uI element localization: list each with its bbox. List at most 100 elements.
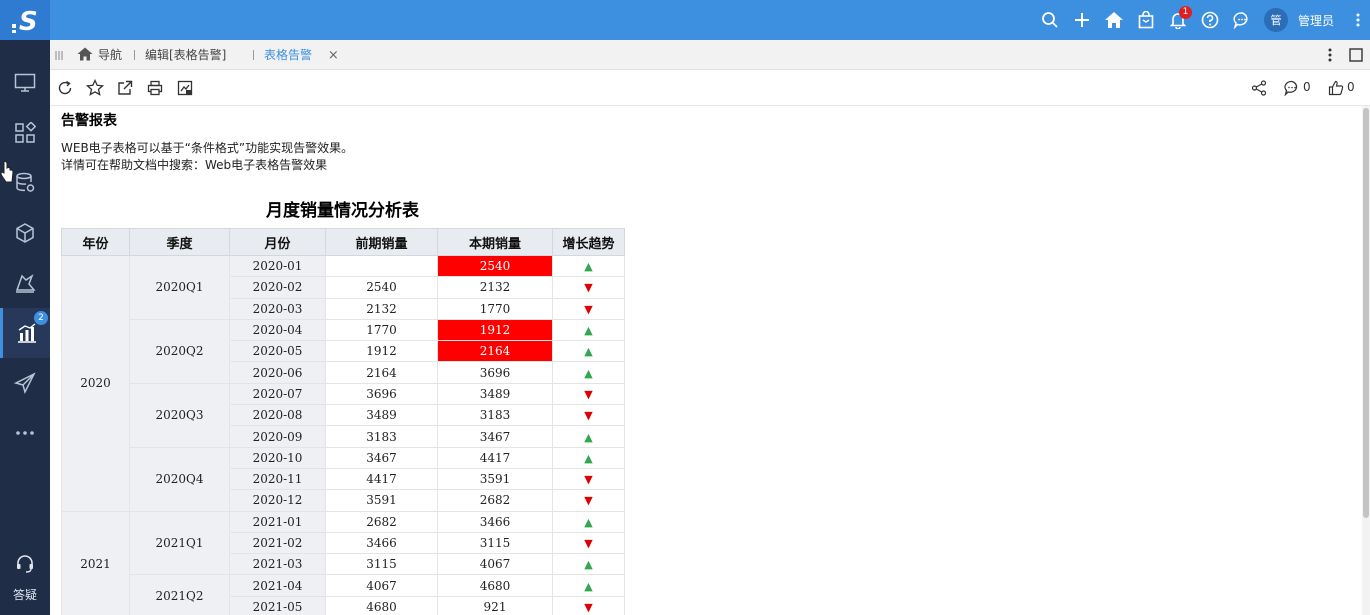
cell-month: 2020-06 [229,361,326,384]
cell-trend: ▲ [552,510,625,533]
like-button[interactable] [1326,78,1346,98]
cell-current-sales: 2682 [437,489,553,512]
cell-trend: ▲ [552,553,625,576]
add-button[interactable] [1066,0,1098,40]
print-button[interactable] [145,78,165,98]
cell-current-sales: 2164 [437,340,553,363]
sidebar-help-button[interactable] [0,545,50,583]
trend-down-icon: ▼ [584,600,593,614]
tab-separator [134,50,135,60]
trend-up-icon: ▲ [584,515,593,529]
cell-month: 2021-03 [229,553,326,576]
external-link-icon [118,80,133,95]
cell-current-sales: 1770 [437,297,553,320]
home-button[interactable] [1098,0,1130,40]
scrollbar-thumb[interactable] [1363,108,1369,518]
sidebar-item-publish[interactable] [0,358,50,408]
open-new-window-button[interactable] [115,78,135,98]
shop-button[interactable] [1130,0,1162,40]
cell-quarter: 2020Q2 [129,318,230,384]
help-label: 答疑 [12,588,37,602]
sidebar-item-analysis[interactable]: 2 [0,308,50,358]
share-button[interactable] [1249,78,1269,98]
cell-year: 2021 [61,510,130,615]
top-actions: 1 管 管理员 [1034,0,1370,40]
cell-current-sales: 3489 [437,382,553,406]
tab-label: 编辑[表格告警] [145,48,227,62]
cell-trend: ▲ [552,574,625,597]
tab-edit-report[interactable]: 编辑[表格告警] [145,40,226,70]
sidebar-badge: 2 [34,311,48,325]
cell-quarter: 2021Q2 [129,574,230,615]
cell-quarter: 2020Q3 [129,382,230,448]
cell-month: 2020-09 [229,425,326,448]
notification-button[interactable]: 1 [1162,0,1194,40]
search-icon [1042,12,1058,28]
sidebar-item-more[interactable] [0,408,50,458]
report-content: 告警报表 WEB电子表格可以基于“条件格式”功能实现告警效果。 详情可在帮助文档… [50,106,1362,615]
cell-previous-sales: 2164 [325,361,438,384]
cell-month: 2020-01 [229,254,326,278]
refresh-button[interactable] [55,78,75,98]
home-icon [77,47,93,61]
cell-month: 2020-03 [229,297,326,320]
favorite-button[interactable] [85,78,105,98]
app-logo[interactable]: S [0,0,50,40]
cell-previous-sales: 4417 [325,467,438,491]
report-description: WEB电子表格可以基于“条件格式”功能实现告警效果。 [61,141,354,155]
cell-trend: ▼ [552,404,625,427]
column-header-quarter: 季度 [129,228,230,256]
more-vertical-icon[interactable] [1328,48,1332,62]
comment-icon [1284,80,1298,96]
top-bar: S 1 管 管理员 [0,0,1370,40]
username[interactable]: 管理员 [1298,12,1334,29]
message-button[interactable] [1226,0,1258,40]
close-icon[interactable]: × [328,48,339,63]
help-button[interactable] [1194,0,1226,40]
share-icon [1251,80,1267,96]
trend-up-icon: ▲ [584,324,593,338]
printer-icon [147,80,163,96]
cell-month: 2020-05 [229,340,326,363]
search-button[interactable] [1034,0,1066,40]
grip-icon[interactable] [55,51,63,60]
trend-up-icon: ▲ [584,430,593,444]
sidebar-item-apps[interactable] [0,108,50,158]
hand-cursor-icon [0,160,14,183]
trend-down-icon: ▼ [584,302,593,316]
cell-month: 2020-02 [229,276,326,299]
column-header-year: 年份 [61,228,130,256]
cell-current-sales: 3466 [437,510,553,533]
chart-icon [17,323,36,343]
sidebar-item-model[interactable] [0,208,50,258]
star-icon [86,79,104,96]
export-button[interactable] [175,78,195,98]
cell-quarter: 2020Q4 [129,446,230,512]
maximize-icon[interactable] [1349,48,1363,62]
column-header-month: 月份 [229,228,326,256]
sidebar-item-design[interactable] [0,258,50,308]
avatar[interactable]: 管 [1263,8,1288,32]
sidebar-item-monitor[interactable] [0,58,50,108]
refresh-icon [58,80,72,95]
table-body: 2020 2020Q1 2020-01 2540 ▲ 2020-02 2540 2132 ▼ 20… [61,254,625,615]
trend-up-icon: ▲ [584,579,593,593]
tab-table-alert[interactable]: 表格告警 × [264,40,339,70]
cube-icon [16,223,34,243]
cell-current-sales: 4067 [437,553,553,576]
trend-up-icon: ▲ [584,366,593,380]
cell-previous-sales: 3489 [325,404,438,427]
cell-trend: ▼ [552,297,625,320]
tab-navigation[interactable]: 导航 [77,40,122,70]
cell-month: 2020-10 [229,446,326,469]
cell-trend: ▼ [552,382,625,406]
trend-down-icon: ▼ [584,281,593,295]
trend-down-icon: ▼ [584,409,593,423]
comment-button[interactable] [1282,78,1302,98]
cell-previous-sales: 4680 [325,595,438,615]
cell-previous-sales: 3466 [325,531,438,555]
cell-previous-sales [325,254,438,278]
more-vertical-icon [1356,13,1360,27]
more-menu-button[interactable] [1346,0,1370,40]
cell-current-sales: 3467 [437,425,553,448]
